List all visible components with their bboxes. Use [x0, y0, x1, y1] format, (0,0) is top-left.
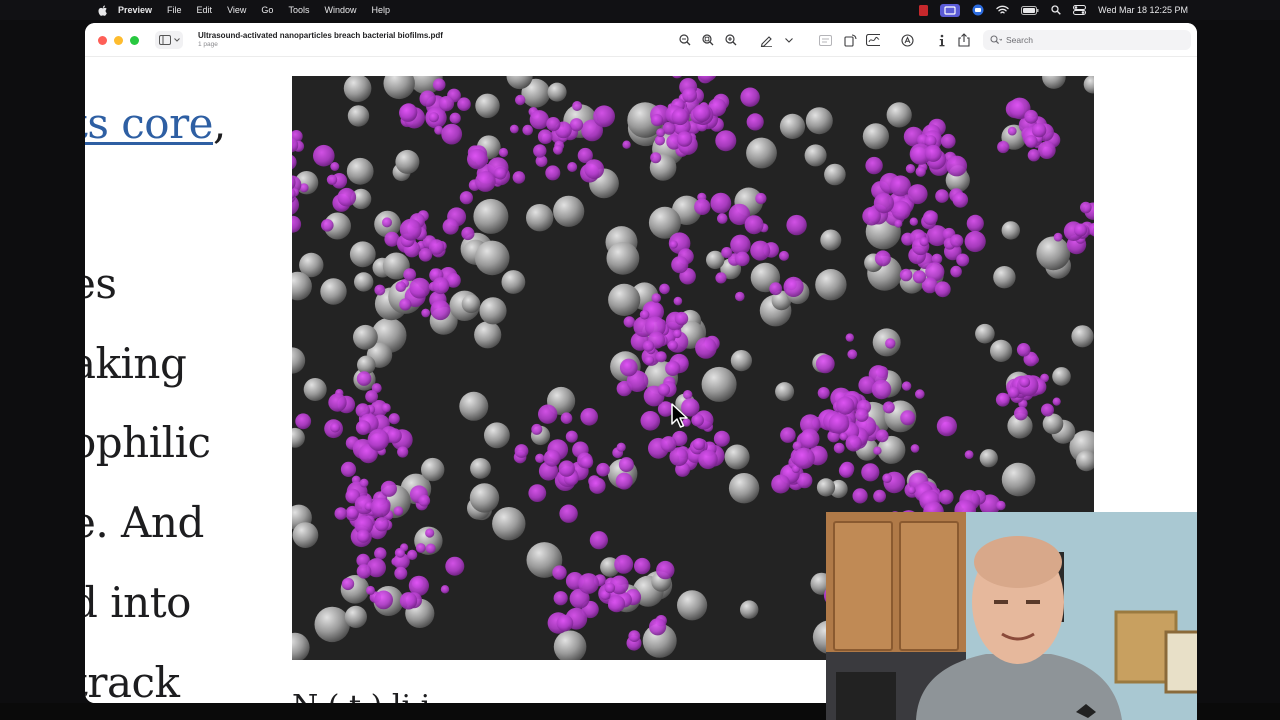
- wifi-icon[interactable]: [996, 5, 1009, 15]
- rotate-icon[interactable]: [843, 33, 857, 47]
- menu-tools[interactable]: Tools: [288, 5, 309, 15]
- spotlight-search-icon[interactable]: [1051, 5, 1061, 15]
- webcam-overlay: [826, 512, 1197, 720]
- menu-file[interactable]: File: [167, 5, 182, 15]
- share-icon[interactable]: [957, 33, 971, 47]
- sidebar-toggle-button[interactable]: [155, 31, 183, 49]
- minimize-button[interactable]: [114, 36, 123, 45]
- body-text-comma: ,: [213, 99, 226, 148]
- search-placeholder: Search: [1006, 35, 1033, 45]
- chevron-down-icon: [173, 38, 180, 42]
- menu-help[interactable]: Help: [371, 5, 390, 15]
- article-link[interactable]: ts core: [85, 99, 214, 148]
- window-toolbar: Ultrasound-activated nanoparticles breac…: [85, 23, 1197, 57]
- info-icon[interactable]: [935, 33, 949, 47]
- search-icon: [990, 35, 1002, 45]
- record-indicator-icon[interactable]: [919, 4, 929, 16]
- markup-menu-chevron-icon[interactable]: [782, 33, 796, 47]
- menubar-clock[interactable]: Wed Mar 18 12:25 PM: [1098, 5, 1188, 15]
- zoom-button[interactable]: [130, 36, 139, 45]
- menu-edit[interactable]: Edit: [197, 5, 213, 15]
- zoom-in-icon[interactable]: [724, 33, 738, 47]
- body-text-line-4: ophilic: [85, 418, 211, 467]
- menu-view[interactable]: View: [227, 5, 246, 15]
- battery-icon[interactable]: [1021, 5, 1039, 15]
- sign-icon[interactable]: [866, 33, 880, 47]
- menu-go[interactable]: Go: [261, 5, 273, 15]
- text-box-icon[interactable]: [818, 33, 832, 47]
- mouse-cursor-icon: [671, 403, 688, 428]
- apple-icon[interactable]: [96, 5, 110, 16]
- document-page-count: 1 page: [198, 41, 218, 48]
- zoom-out-icon[interactable]: [678, 33, 692, 47]
- markup-pen-icon[interactable]: [759, 33, 773, 47]
- close-button[interactable]: [98, 36, 107, 45]
- document-title: Ultrasound-activated nanoparticles breac…: [198, 31, 443, 40]
- menu-bar: Preview File Edit View Go Tools Window H…: [0, 0, 1280, 20]
- body-text-line-1: ts core,: [85, 99, 226, 148]
- status-area: Wed Mar 18 12:25 PM: [919, 0, 1280, 20]
- webcam-presenter-image: [826, 512, 1197, 720]
- body-text-line-5: e. And: [85, 498, 204, 547]
- menu-window[interactable]: Window: [324, 5, 356, 15]
- figure-caption-partial: N ( t ) li i: [292, 689, 430, 703]
- screen-share-icon[interactable]: [940, 3, 961, 17]
- control-center-icon[interactable]: [1073, 5, 1087, 15]
- zoom-app-icon[interactable]: [972, 4, 984, 16]
- body-text-line-3: aking: [85, 339, 187, 388]
- search-field[interactable]: Search: [983, 30, 1191, 50]
- body-text-line-7: track: [85, 658, 180, 703]
- zoom-fit-icon[interactable]: [701, 33, 715, 47]
- annotate-circle-icon[interactable]: [900, 33, 914, 47]
- menu-app-name[interactable]: Preview: [118, 5, 152, 15]
- body-text-line-6: d into: [85, 578, 191, 627]
- body-text-line-2: es: [85, 259, 117, 308]
